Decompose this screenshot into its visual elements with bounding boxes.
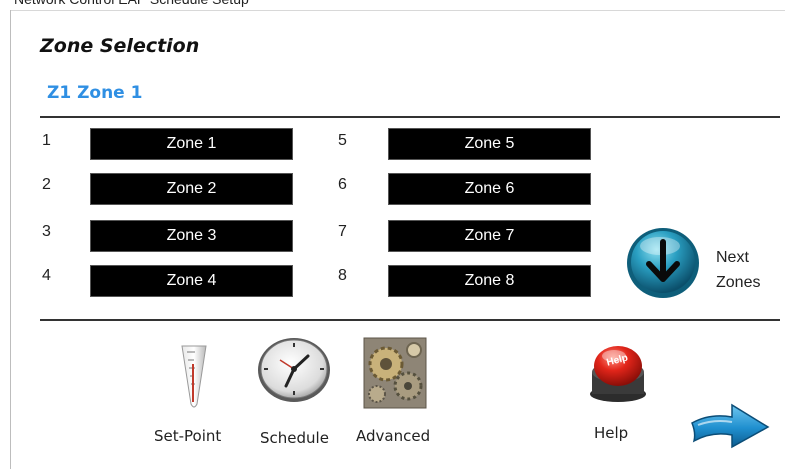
zone-number-3: 3 (42, 223, 51, 240)
zone-2-button[interactable]: Zone 2 (90, 173, 293, 205)
top-divider (40, 116, 780, 118)
schedule-button[interactable] (256, 334, 332, 404)
clock-icon (258, 338, 330, 402)
setpoint-button[interactable] (176, 342, 210, 412)
zone-8-button[interactable]: Zone 8 (388, 265, 591, 297)
gears-icon (363, 337, 427, 409)
window-top-border (10, 10, 785, 11)
next-zones-label-line1: Next (716, 249, 749, 266)
help-label: Help (594, 424, 629, 442)
zone-number-7: 7 (338, 223, 347, 240)
next-zones-button[interactable] (624, 226, 702, 300)
help-button[interactable]: Help (586, 338, 650, 404)
zone-number-2: 2 (42, 176, 51, 193)
curved-arrow-icon (691, 403, 770, 449)
thermometer-icon (181, 345, 207, 408)
page-title: Zone Selection (40, 35, 200, 57)
zone-number-4: 4 (42, 267, 51, 284)
return-button[interactable] (688, 397, 774, 453)
zone-number-5: 5 (338, 132, 347, 149)
zone-number-8: 8 (338, 267, 347, 284)
window-title: Network Control EAP Schedule Setup (14, 0, 374, 9)
setpoint-label: Set-Point (154, 427, 222, 445)
next-zones-label: Next Zones (716, 245, 776, 295)
window-left-border (10, 10, 11, 469)
zone-5-button[interactable]: Zone 5 (388, 128, 591, 160)
advanced-button[interactable] (362, 334, 428, 410)
zone-1-button[interactable]: Zone 1 (90, 128, 293, 160)
current-zone-label: Z1 Zone 1 (47, 83, 143, 103)
zone-4-button[interactable]: Zone 4 (90, 265, 293, 297)
zone-3-button[interactable]: Zone 3 (90, 220, 293, 252)
advanced-label: Advanced (356, 427, 431, 445)
schedule-label: Schedule (260, 429, 329, 447)
zone-6-button[interactable]: Zone 6 (388, 173, 591, 205)
zone-number-6: 6 (338, 176, 347, 193)
arrow-down-circle-icon (627, 228, 699, 298)
help-push-button-icon: Help (590, 346, 646, 402)
zone-7-button[interactable]: Zone 7 (388, 220, 591, 252)
next-zones-label-line2: Zones (716, 274, 761, 291)
zone-number-1: 1 (42, 132, 51, 149)
bottom-divider (40, 319, 780, 321)
